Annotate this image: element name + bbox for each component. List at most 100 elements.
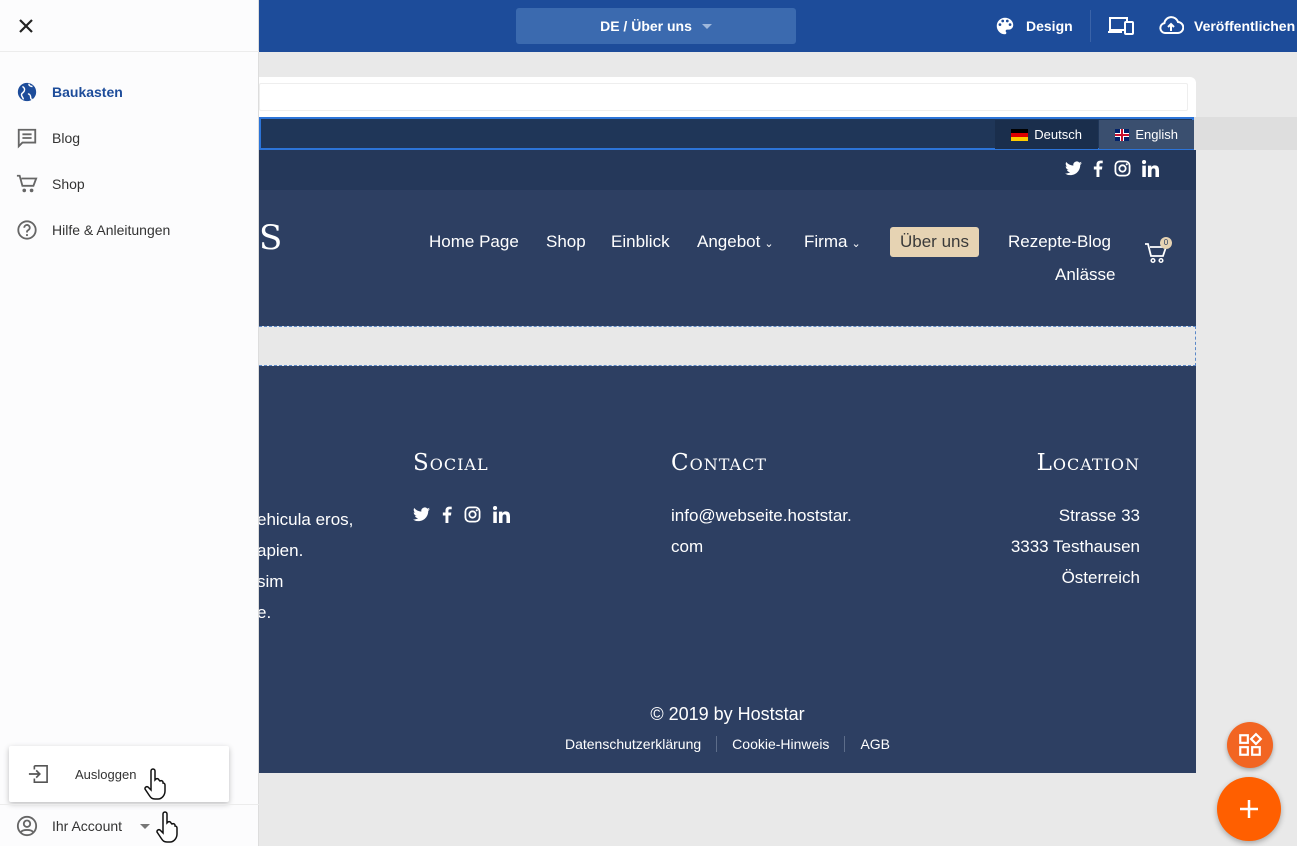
logout-menu-item[interactable]: Ausloggen [9, 746, 229, 802]
twitter-icon[interactable] [1065, 161, 1082, 176]
footer-about-line: sim [257, 572, 284, 591]
german-flag-icon [1011, 128, 1029, 141]
language-english[interactable]: English [1099, 120, 1194, 149]
footer-about-text: ehicula eros, apien. sim e. [257, 504, 353, 628]
blog-icon [16, 127, 38, 149]
footer-location-text: Strasse 33 3333 Testhausen Österreich [1011, 500, 1140, 593]
account-circle-icon [16, 815, 38, 837]
footer-contact-heading: Contact [671, 450, 767, 476]
sidebar-item-blog[interactable]: Blog [16, 123, 80, 153]
nav-angebot-label: Angebot [697, 232, 761, 251]
chevron-down-icon [701, 23, 712, 29]
nav-rezepte-blog[interactable]: Rezepte-Blog [1008, 232, 1111, 252]
footer-contact-text: info@webseite.hoststar. com [671, 500, 852, 562]
footer-email-line[interactable]: com [671, 531, 852, 562]
cloud-upload-icon [1158, 16, 1184, 36]
globe-icon [16, 81, 38, 103]
toolbar-divider [1090, 10, 1091, 42]
header-social-bar [259, 150, 1196, 190]
uk-flag-icon [1115, 128, 1130, 141]
nav-firma[interactable]: Firma ⌄ [804, 232, 861, 252]
sidebar-item-label: Hilfe & Anleitungen [52, 222, 171, 238]
nav-einblick[interactable]: Einblick [611, 232, 670, 252]
footer-about-line: ehicula eros, [257, 510, 354, 529]
canvas-url-field [259, 83, 1188, 111]
footer-social-icons [413, 506, 510, 523]
empty-section-dropzone[interactable] [259, 326, 1196, 366]
site-header: S Home Page Shop Einblick Angebot ⌄ Firma… [259, 190, 1196, 326]
sidebar-item-label: Shop [52, 176, 85, 192]
site-logo[interactable]: S [259, 218, 282, 258]
footer-about-line: apien. [257, 541, 304, 560]
nav-shop[interactable]: Shop [546, 232, 586, 252]
facebook-icon[interactable] [1093, 160, 1103, 177]
logout-icon [27, 764, 49, 784]
design-button[interactable]: Design [994, 0, 1073, 52]
sidebar-item-label: Blog [52, 130, 81, 146]
account-label: Ihr Account [52, 818, 123, 834]
footer-about-line: e. [257, 603, 272, 622]
footer-link-cookie[interactable]: Cookie-Hinweis [717, 736, 846, 752]
footer-email-line[interactable]: info@webseite.hoststar. [671, 500, 852, 531]
canvas-top-area [259, 77, 1196, 117]
sidebar-divider [0, 804, 259, 805]
nav-home-page[interactable]: Home Page [429, 232, 519, 252]
devices-icon [1108, 16, 1134, 36]
widgets-button[interactable] [1227, 722, 1273, 768]
hand-cursor-icon [144, 768, 166, 805]
nav-firma-label: Firma [804, 232, 848, 251]
site-canvas: Deutsch English S Home Page Shop Einblic… [257, 52, 1297, 846]
close-button[interactable] [14, 14, 38, 38]
sidebar-item-label: Baukasten [52, 84, 123, 100]
language-bar: Deutsch English [259, 117, 1297, 150]
palette-icon [994, 15, 1016, 37]
footer-address-line: 3333 Testhausen [1010, 537, 1140, 556]
sidebar-item-baukasten[interactable]: Baukasten [16, 77, 123, 107]
nav-ueber-uns[interactable]: Über uns [890, 227, 979, 257]
language-label: Deutsch [1034, 127, 1082, 142]
account-menu[interactable]: Ihr Account [16, 812, 151, 840]
sidebar-menu: Baukasten Blog Shop Hilfe & Anleitungen … [0, 0, 259, 846]
hand-cursor-icon [156, 811, 178, 846]
language-label: English [1135, 127, 1178, 142]
chevron-down-icon: ⌄ [764, 238, 774, 250]
language-bar-selected[interactable]: Deutsch English [259, 117, 1194, 150]
cart-icon [16, 173, 38, 195]
help-icon [16, 219, 38, 241]
plus-icon [1240, 800, 1258, 818]
page-selector-label: DE / Über uns [600, 18, 692, 34]
footer-social-heading: Social [413, 450, 489, 476]
linkedin-icon[interactable] [1142, 160, 1159, 177]
logout-label: Ausloggen [75, 766, 137, 782]
page-selector[interactable]: DE / Über uns [516, 8, 796, 44]
footer-link-agb[interactable]: AGB [845, 736, 905, 752]
cart-count-badge: 0 [1160, 237, 1172, 249]
nav-angebot[interactable]: Angebot ⌄ [697, 232, 774, 252]
device-preview-button[interactable] [1108, 0, 1134, 52]
footer-link-datenschutz[interactable]: Datenschutzerklärung [550, 736, 718, 752]
nav-anlaesse[interactable]: Anlässe [1055, 265, 1115, 285]
chevron-down-icon [140, 823, 151, 829]
site-footer: ehicula eros, apien. sim e. Social Conta… [257, 366, 1196, 773]
chevron-down-icon: ⌄ [851, 238, 861, 250]
sidebar-divider [0, 51, 259, 52]
publish-button[interactable]: Veröffentlichen [1158, 0, 1295, 52]
footer-links: Datenschutzerklärung Cookie-Hinweis AGB [259, 736, 1196, 752]
sidebar-item-shop[interactable]: Shop [16, 169, 85, 199]
language-deutsch[interactable]: Deutsch [995, 120, 1098, 149]
linkedin-icon[interactable] [493, 506, 510, 523]
footer-address-line: Strasse 33 [1058, 506, 1140, 525]
footer-location-heading: Location [1036, 450, 1140, 476]
sidebar-item-hilfe[interactable]: Hilfe & Anleitungen [16, 215, 170, 245]
add-element-button[interactable] [1217, 777, 1281, 841]
cart-button[interactable]: 0 [1144, 237, 1172, 269]
footer-address-line: Österreich [1061, 568, 1140, 587]
widgets-icon [1239, 732, 1263, 756]
twitter-icon[interactable] [413, 507, 430, 522]
facebook-icon[interactable] [442, 506, 452, 523]
instagram-icon[interactable] [464, 506, 481, 523]
footer-copyright: © 2019 by Hoststar [650, 704, 805, 724]
publish-label: Veröffentlichen [1194, 18, 1296, 34]
instagram-icon[interactable] [1114, 160, 1131, 177]
design-label: Design [1026, 18, 1073, 34]
